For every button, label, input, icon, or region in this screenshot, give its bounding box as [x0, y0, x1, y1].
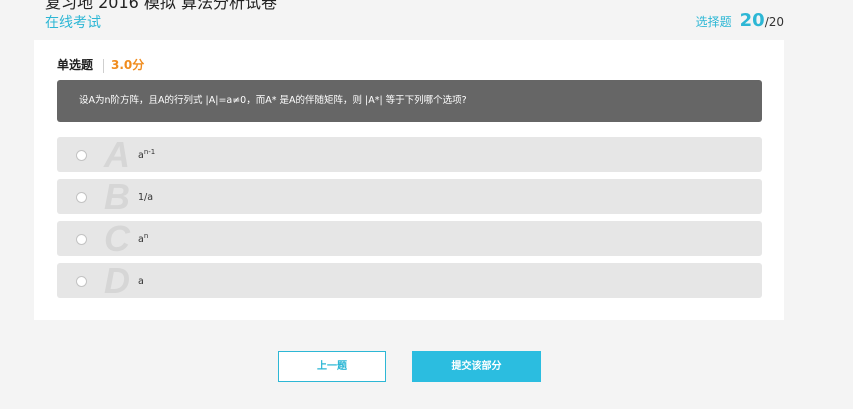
- radio-button[interactable]: [76, 276, 87, 287]
- option-exponent: n: [143, 232, 149, 240]
- question-type: 单选题: [57, 58, 94, 72]
- page-subtitle: 在线考试: [45, 15, 101, 31]
- option-text: an-1: [138, 148, 155, 161]
- option-letter: D: [104, 260, 130, 301]
- option-letter: B: [104, 176, 130, 217]
- option-b[interactable]: B 1/a: [57, 176, 762, 217]
- option-text: a: [138, 274, 144, 287]
- radio-button[interactable]: [76, 234, 87, 245]
- counter-label: 选择题: [695, 15, 732, 29]
- option-a[interactable]: A an-1: [57, 134, 762, 175]
- total-questions: /20: [764, 15, 784, 29]
- question-counter: 选择题 20/20: [696, 10, 784, 31]
- question-type-row: 单选题 3.0分: [57, 56, 144, 73]
- previous-question-button[interactable]: 上一题: [278, 351, 386, 382]
- option-d[interactable]: D a: [57, 260, 762, 301]
- option-letter: C: [104, 218, 130, 259]
- option-text: an: [138, 232, 148, 245]
- submit-section-button[interactable]: 提交该部分: [412, 351, 541, 382]
- question-score: 3.0分: [111, 58, 145, 72]
- option-text: 1/a: [138, 190, 153, 203]
- option-base: 1/a: [138, 192, 154, 204]
- divider: [103, 58, 105, 73]
- question-card: 单选题 3.0分 设A为n阶方阵，且A的行列式 |A|=a≠0，而A* 是A的伴随…: [34, 40, 784, 320]
- radio-button[interactable]: [76, 192, 87, 203]
- option-exponent: n-1: [143, 148, 156, 156]
- radio-button[interactable]: [76, 150, 87, 161]
- question-text: 设A为n阶方阵，且A的行列式 |A|=a≠0，而A* 是A的伴随矩阵，则 |A*…: [57, 80, 762, 122]
- current-question-number: 20: [739, 10, 765, 31]
- option-base: a: [138, 276, 144, 288]
- option-letter: A: [104, 134, 130, 175]
- option-c[interactable]: C an: [57, 218, 762, 259]
